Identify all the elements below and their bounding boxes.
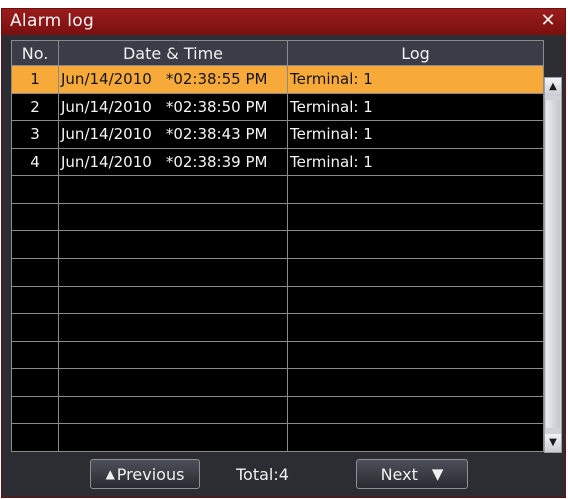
column-header-no[interactable]: No. (11, 40, 59, 66)
empty-cell (11, 285, 59, 315)
empty-row (11, 202, 544, 232)
triangle-up-icon: ▲ (105, 467, 115, 481)
empty-row (11, 395, 544, 425)
column-header-log[interactable]: Log (287, 40, 544, 66)
empty-cell (287, 423, 544, 452)
empty-row (11, 230, 544, 259)
row-time: *02:38:43 PM (165, 125, 268, 144)
empty-cell (11, 395, 59, 425)
empty-cell (58, 257, 288, 287)
footer: ▲ Previous Total:4 Next ▼ (2, 457, 565, 497)
row-date: Jun/14/2010 (61, 152, 152, 171)
empty-cell (287, 313, 544, 342)
title-bar: Alarm log ✕ (2, 9, 565, 35)
row-date: Jun/14/2010 (61, 70, 152, 89)
scroll-up-icon[interactable]: ▲ (545, 78, 561, 96)
column-header-date-time[interactable]: Date & Time (58, 40, 288, 66)
table-row[interactable]: 2 Jun/14/2010 *02:38:50 PM Terminal: 1 (11, 92, 544, 122)
row-time: *02:38:55 PM (165, 70, 268, 89)
table-header-row: No. Date & Time Log (11, 40, 544, 66)
empty-cell (11, 423, 59, 452)
empty-cell (287, 175, 544, 204)
empty-row (11, 257, 544, 287)
empty-row (11, 285, 544, 315)
empty-cell (287, 285, 544, 315)
row-number: 3 (11, 120, 59, 149)
row-date: Jun/14/2010 (61, 97, 152, 116)
empty-cell (287, 257, 544, 287)
empty-cell (11, 175, 59, 204)
empty-cell (58, 340, 288, 370)
scroll-thumb[interactable] (546, 100, 560, 428)
triangle-down-icon: ▼ (431, 465, 444, 483)
row-log: Terminal: 1 (287, 147, 544, 177)
row-number: 4 (11, 147, 59, 177)
row-date-time: Jun/14/2010 *02:38:43 PM (58, 120, 288, 149)
row-date-time: Jun/14/2010 *02:38:50 PM (58, 92, 288, 122)
row-number: 1 (11, 65, 59, 94)
empty-cell (11, 257, 59, 287)
row-number: 2 (11, 92, 59, 122)
empty-cell (11, 230, 59, 259)
empty-row (11, 423, 544, 452)
row-date-time: Jun/14/2010 *02:38:55 PM (58, 65, 288, 94)
empty-row (11, 368, 544, 397)
empty-cell (58, 285, 288, 315)
table-row[interactable]: 3 Jun/14/2010 *02:38:43 PM Terminal: 1 (11, 120, 544, 149)
empty-cell (11, 340, 59, 370)
empty-row (11, 313, 544, 342)
next-button[interactable]: Next ▼ (356, 459, 468, 489)
empty-cell (287, 230, 544, 259)
close-icon[interactable]: ✕ (539, 12, 557, 30)
alarm-log-table: No. Date & Time Log 1 Jun/14/2010 *02:38:… (11, 40, 544, 452)
empty-cell (287, 340, 544, 370)
empty-row (11, 175, 544, 204)
previous-button[interactable]: ▲ Previous (90, 459, 200, 489)
empty-cell (287, 395, 544, 425)
row-log: Terminal: 1 (287, 120, 544, 149)
empty-cell (58, 313, 288, 342)
empty-cell (11, 202, 59, 232)
row-log: Terminal: 1 (287, 92, 544, 122)
empty-cell (287, 368, 544, 397)
empty-cell (11, 313, 59, 342)
total-count: Total:4 (236, 465, 289, 484)
empty-cell (58, 175, 288, 204)
row-time: *02:38:39 PM (165, 152, 268, 171)
scroll-down-icon[interactable]: ▼ (545, 434, 561, 452)
vertical-scrollbar[interactable]: ▲ ▼ (544, 77, 562, 453)
empty-row (11, 340, 544, 370)
empty-cell (58, 202, 288, 232)
table-row[interactable]: 4 Jun/14/2010 *02:38:39 PM Terminal: 1 (11, 147, 544, 177)
next-label: Next (380, 464, 418, 484)
alarm-log-window: Alarm log ✕ No. Date & Time Log 1 Jun/14… (1, 8, 566, 498)
empty-cell (11, 368, 59, 397)
empty-cell (58, 368, 288, 397)
table-row[interactable]: 1 Jun/14/2010 *02:38:55 PM Terminal: 1 (11, 65, 544, 94)
empty-cell (58, 423, 288, 452)
row-time: *02:38:50 PM (165, 97, 268, 116)
row-date: Jun/14/2010 (61, 125, 152, 144)
row-log: Terminal: 1 (287, 65, 544, 94)
empty-cell (58, 230, 288, 259)
row-date-time: Jun/14/2010 *02:38:39 PM (58, 147, 288, 177)
empty-cell (287, 202, 544, 232)
window-title: Alarm log (10, 11, 95, 31)
empty-cell (58, 395, 288, 425)
previous-label: Previous (116, 464, 185, 484)
